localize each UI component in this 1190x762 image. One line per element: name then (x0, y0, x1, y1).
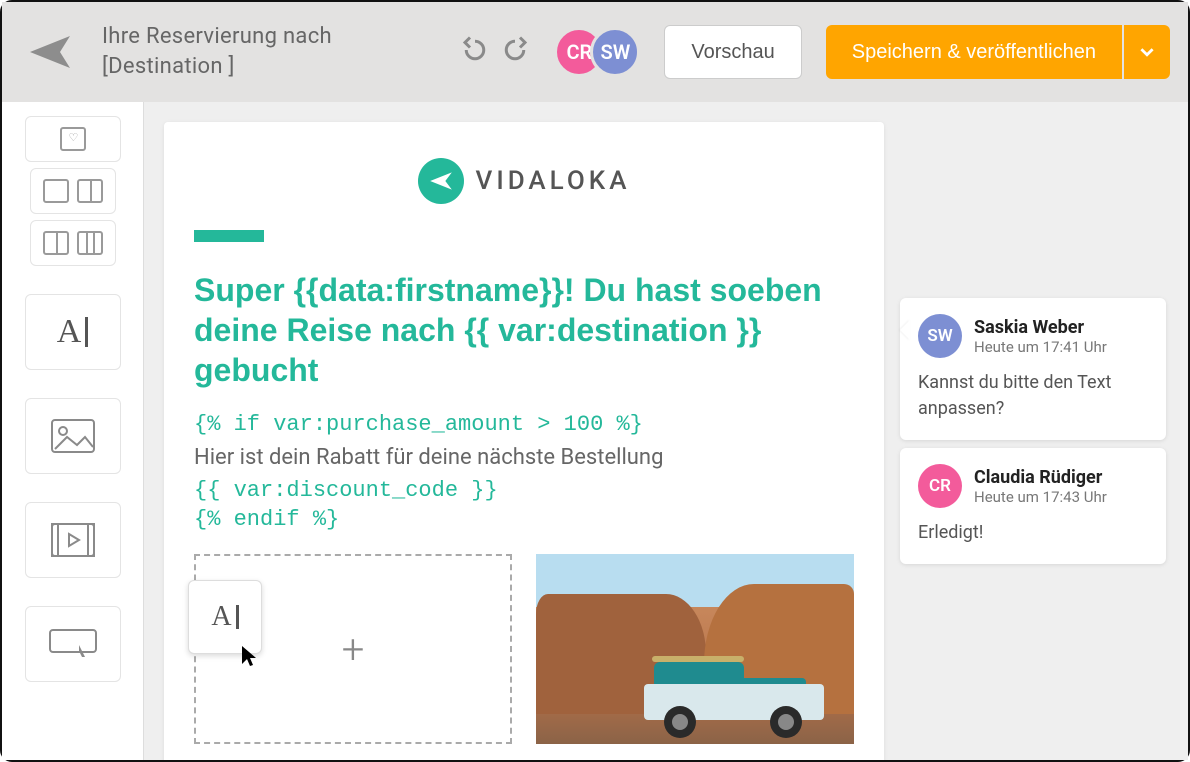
text-icon: A (211, 601, 238, 633)
publish-group: Speichern & veröffentlichen (826, 25, 1170, 79)
template-endif-line[interactable]: {% endif %} (194, 507, 854, 532)
jeep-illustration (644, 654, 824, 738)
template-if-line[interactable]: {% if var:purchase_amount > 100 %} (194, 412, 854, 437)
preview-button[interactable]: Vorschau (664, 25, 801, 79)
sidebar-layout-row-1[interactable] (30, 168, 116, 214)
sidebar-tool-text[interactable]: A (25, 294, 121, 370)
comment-body: Kannst du bitte den Text anpassen? (918, 370, 1148, 422)
drag-text-chip[interactable]: A (188, 580, 262, 654)
comment-item[interactable]: CR Claudia Rüdiger Heute um 17:43 Uhr Er… (900, 448, 1166, 564)
caret-down-icon (1140, 45, 1154, 59)
send-icon (20, 22, 80, 82)
email-body-line[interactable]: Hier ist dein Rabatt für deine nächste B… (194, 445, 854, 470)
comment-author: Claudia Rüdiger (974, 467, 1107, 488)
collaborator-avatars: CR SW (554, 27, 640, 77)
sidebar-layout-row-2[interactable] (30, 220, 116, 266)
drop-row: + A (194, 554, 854, 744)
brand-row: VIDALOKA (194, 158, 854, 204)
comment-author: Saskia Weber (974, 317, 1107, 338)
undo-redo-group (460, 35, 530, 69)
comment-timestamp: Heute um 17:43 Uhr (974, 488, 1107, 506)
brand-name: VIDALOKA (476, 166, 631, 196)
plus-icon: + (342, 626, 365, 673)
redo-icon[interactable] (500, 35, 530, 69)
drop-slot-empty[interactable]: + A (194, 554, 512, 744)
template-var-line[interactable]: {{ var:discount_code }} (194, 478, 854, 503)
comment-timestamp: Heute um 17:41 Uhr (974, 338, 1107, 356)
sidebar: A (2, 102, 144, 760)
accent-bar (194, 230, 264, 242)
video-icon (51, 523, 95, 557)
page-title: Ihre Reservierung nach [Destination ] (102, 22, 332, 81)
layout-2col-icon (77, 179, 103, 203)
sidebar-tool-image[interactable] (25, 398, 121, 474)
title-line-1: Ihre Reservierung nach (102, 22, 332, 52)
comment-avatar: SW (918, 314, 962, 358)
sidebar-folder[interactable] (25, 116, 121, 162)
undo-icon[interactable] (460, 35, 490, 69)
comment-avatar: CR (918, 464, 962, 508)
layout-1col-icon (43, 179, 69, 203)
email-canvas[interactable]: VIDALOKA Super {{data:firstname}}! Du ha… (164, 122, 884, 760)
brand-plane-icon (418, 158, 464, 204)
layout-3col-icon (77, 231, 103, 255)
title-line-2: [Destination ] (102, 52, 332, 82)
sidebar-tool-video[interactable] (25, 502, 121, 578)
top-bar: Ihre Reservierung nach [Destination ] CR… (2, 2, 1188, 102)
comment-body: Erledigt! (918, 520, 1148, 546)
button-icon (49, 629, 97, 659)
publish-button[interactable]: Speichern & veröffentlichen (826, 25, 1122, 79)
avatar-sw[interactable]: SW (590, 27, 640, 77)
sidebar-tool-button[interactable] (25, 606, 121, 682)
layout-2col-b-icon (43, 231, 69, 255)
publish-caret-button[interactable] (1124, 25, 1170, 79)
image-icon (51, 419, 95, 453)
text-icon: A (57, 313, 89, 351)
comments-panel: SW Saskia Weber Heute um 17:41 Uhr Kanns… (900, 298, 1166, 564)
cursor-icon (240, 644, 260, 672)
email-headline[interactable]: Super {{data:firstname}}! Du hast soeben… (194, 270, 854, 390)
comment-item[interactable]: SW Saskia Weber Heute um 17:41 Uhr Kanns… (900, 298, 1166, 440)
travel-image[interactable] (536, 554, 854, 744)
folder-icon (60, 127, 86, 151)
